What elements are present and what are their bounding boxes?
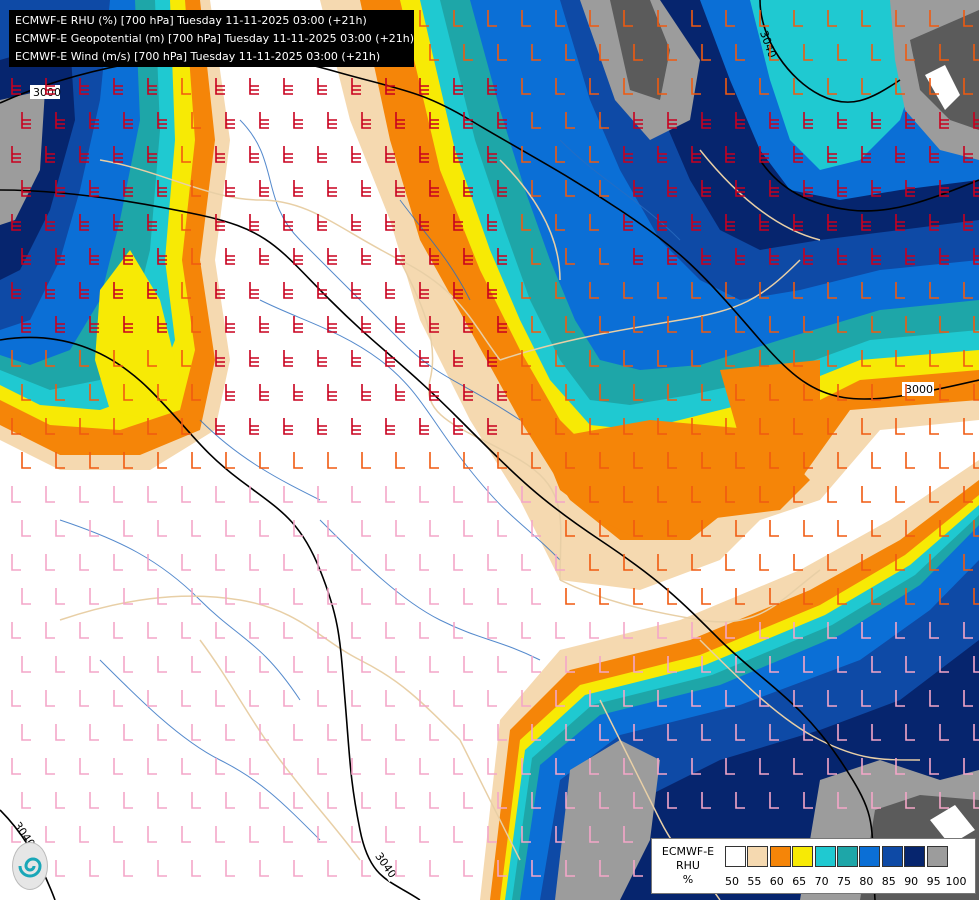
legend-swatch <box>859 846 881 867</box>
legend-swatches <box>725 846 949 867</box>
legend-tick-label: 60 <box>769 875 784 888</box>
legend-ticks: 50 55 60 65 70 75 80 85 90 95 100 <box>725 875 979 891</box>
legend-tick-label: 65 <box>792 875 807 888</box>
legend-swatch <box>904 846 926 867</box>
title-line-wind: ECMWF-E Wind (m/s) [700 hPa] Tuesday 11-… <box>15 50 381 63</box>
legend-swatch <box>747 846 769 867</box>
swirl-logo-icon <box>12 842 48 890</box>
legend-tick-label: 50 <box>725 875 739 888</box>
legend-swatch <box>725 846 746 867</box>
legend-tick-label: 55 <box>747 875 762 888</box>
rhu-legend: ECMWF-E RHU % 50 55 60 65 70 75 80 85 90 95 100 <box>651 838 976 894</box>
legend-swatch <box>881 846 903 867</box>
legend-tick-label: 95 <box>926 875 941 888</box>
contour-label: 3000 <box>905 383 933 396</box>
title-line-rhu: ECMWF-E RHU (%) [700 hPa] Tuesday 11-11-… <box>15 14 367 27</box>
legend-tick-label: 70 <box>814 875 829 888</box>
legend-swatch <box>792 846 814 867</box>
legend-tick-label: 85 <box>881 875 896 888</box>
title-line-geopotential: ECMWF-E Geopotential (m) [700 hPa] Tuesd… <box>15 32 415 45</box>
legend-tick-label: 80 <box>859 875 874 888</box>
legend-tick-label: 100 <box>945 875 967 888</box>
map-title-box: ECMWF-E RHU (%) [700 hPa] Tuesday 11-11-… <box>9 10 414 67</box>
legend-tick-label: 75 <box>837 875 851 888</box>
weather-map: 3000 3000 3040 3040 3040 <box>0 0 979 900</box>
legend-swatch <box>926 846 948 867</box>
legend-tick-label: 90 <box>904 875 919 888</box>
legend-swatch <box>836 846 858 867</box>
contour-label: 3000 <box>33 86 61 99</box>
legend-swatch <box>769 846 791 867</box>
legend-label: ECMWF-E RHU % <box>661 845 715 886</box>
legend-swatch <box>814 846 836 867</box>
